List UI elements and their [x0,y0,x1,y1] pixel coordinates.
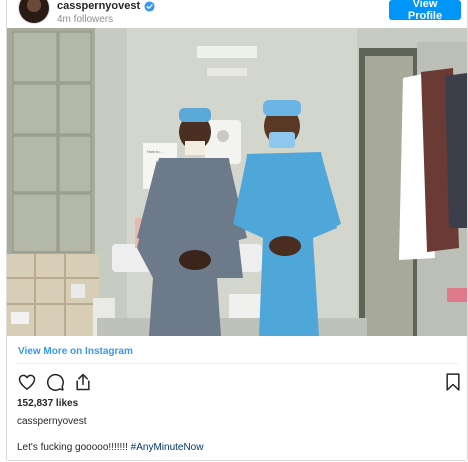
heart-icon[interactable] [17,372,37,392]
verified-badge-icon [144,0,155,12]
view-profile-button[interactable]: View Profile [389,0,461,22]
post-header: casspernyovest 4m followers View Profile [7,0,467,28]
action-bar [17,372,93,392]
comment-icon[interactable] [45,372,65,392]
share-icon[interactable] [73,372,93,392]
avatar[interactable] [19,0,49,23]
instagram-embed: casspernyovest 4m followers View Profile [6,0,468,461]
likes-count[interactable]: 152,837 likes [17,398,78,409]
photo-scene: How to... [7,28,467,336]
followers-count: 4m followers [57,14,114,25]
view-more-link[interactable]: View More on Instagram [18,346,133,357]
caption-hashtag[interactable]: #AnyMinuteNow [131,442,204,453]
caption: Let's fucking gooooo!!!!!!! #AnyMinuteNo… [17,442,203,453]
divider [15,363,459,364]
username[interactable]: casspernyovest [57,0,140,12]
username-row: casspernyovest [57,0,155,12]
bookmark-icon[interactable] [443,372,463,392]
post-photo[interactable]: How to... [7,28,467,336]
caption-text: Let's fucking gooooo!!!!!!! [17,442,131,453]
caption-username[interactable]: casspernyovest [17,416,86,427]
wall-sign-text: How to... [147,149,163,154]
